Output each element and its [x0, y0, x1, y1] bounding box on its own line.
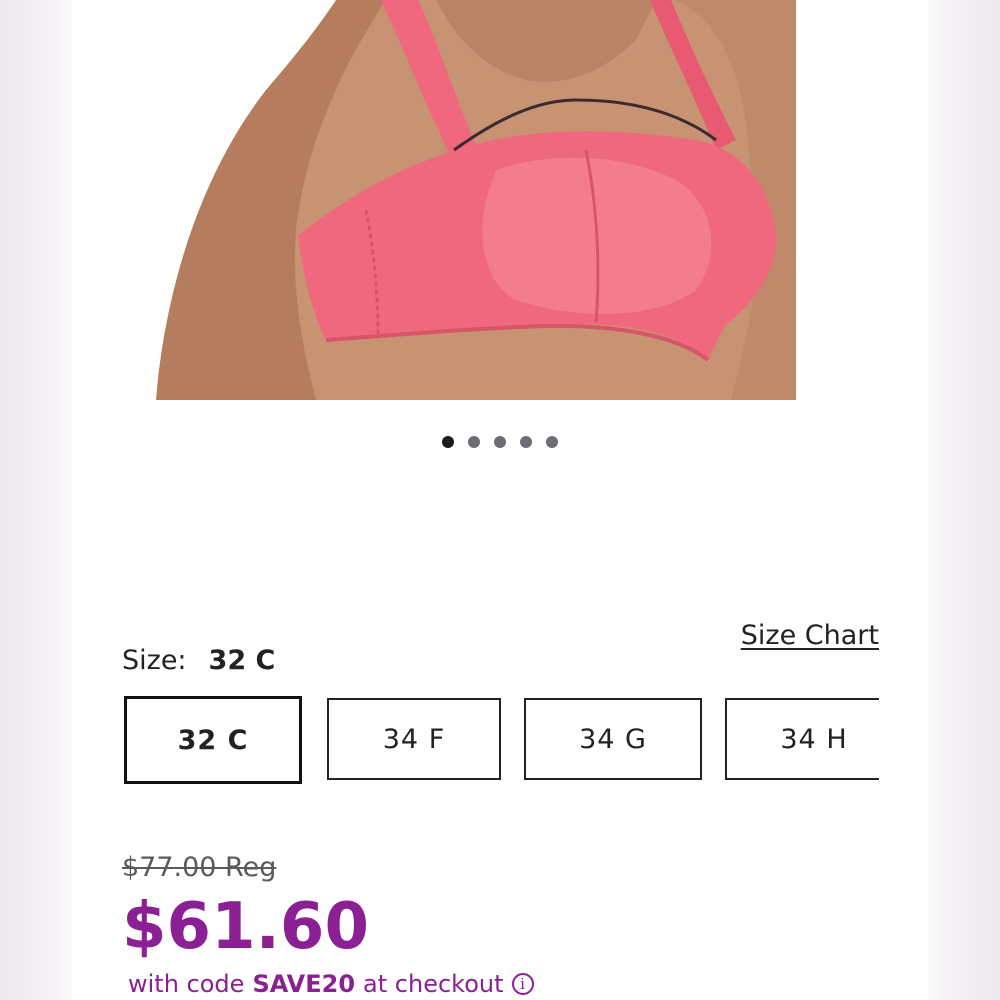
product-photo-illustration: [156, 0, 796, 400]
size-option-34g[interactable]: 34 G: [524, 698, 702, 780]
selected-size-row: Size: 32 C: [122, 645, 275, 676]
size-option-34f[interactable]: 34 F: [327, 698, 501, 780]
size-options: 32 C 34 F 34 G 34 H: [124, 696, 879, 786]
image-carousel-dots: [74, 436, 926, 448]
page: Size Chart Size: 32 C 32 C 34 F 34 G 34 H…: [0, 0, 1000, 1000]
size-option-32c[interactable]: 32 C: [124, 696, 302, 784]
promo-suffix: at checkout: [363, 970, 504, 998]
carousel-dot[interactable]: [546, 436, 558, 448]
size-option-34h[interactable]: 34 H: [725, 698, 879, 780]
carousel-dot[interactable]: [520, 436, 532, 448]
promo-line: with code SAVE20 at checkout i: [128, 970, 534, 998]
carousel-dot[interactable]: [442, 436, 454, 448]
info-icon[interactable]: i: [511, 973, 534, 995]
sale-price: $61.60: [122, 890, 369, 964]
size-label: Size:: [122, 645, 187, 676]
product-card: Size Chart Size: 32 C 32 C 34 F 34 G 34 H…: [74, 0, 926, 1000]
regular-price: $77.00 Reg: [122, 852, 277, 883]
product-image[interactable]: [156, 0, 796, 400]
selected-size-value: 32 C: [208, 645, 276, 676]
size-chart-link[interactable]: Size Chart: [741, 620, 879, 651]
promo-code: SAVE20: [252, 970, 356, 998]
promo-prefix: with code: [128, 970, 245, 998]
carousel-dot[interactable]: [468, 436, 480, 448]
carousel-dot[interactable]: [494, 436, 506, 448]
